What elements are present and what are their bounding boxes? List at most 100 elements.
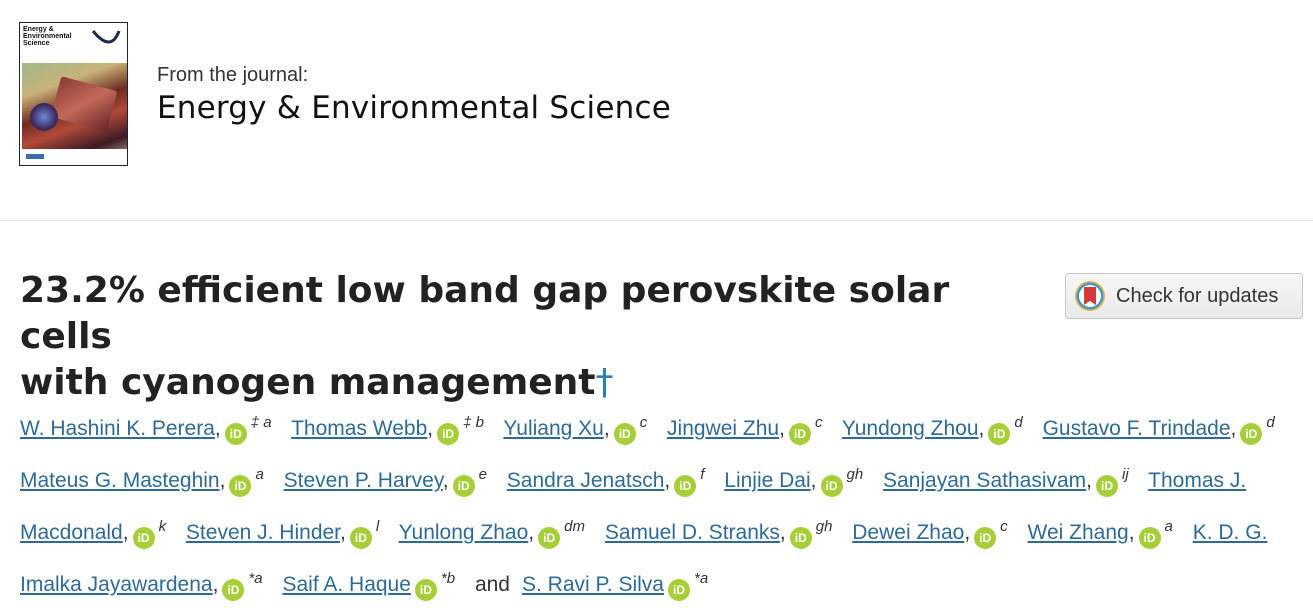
author-name-link[interactable]: Samuel D. Stranks (605, 521, 780, 544)
author-entry: Gustavo F. Trindade, iDd (1043, 414, 1289, 445)
author-name-link[interactable]: Mateus G. Masteghin (20, 469, 220, 492)
author-list: W. Hashini K. Perera, iD‡ a Thomas Webb, i… (20, 400, 1300, 608)
author-separator: , (122, 521, 129, 544)
author-separator: , (214, 417, 221, 440)
author-separator: , (779, 521, 786, 544)
author-entry: Sanjayan Sathasivam, iDij (883, 466, 1143, 497)
author-separator: , (664, 469, 671, 492)
author-entry: Saif A. Haque iD*b (282, 570, 469, 601)
author-entry: Steven J. Hinder, iDl (186, 518, 393, 549)
crossmark-icon (1075, 281, 1105, 311)
author-name-link[interactable]: Sandra Jenatsch (507, 469, 665, 492)
author-name-link[interactable]: Yundong Zhou (842, 417, 979, 440)
orcid-icon[interactable]: iD (414, 579, 437, 601)
author-name-link[interactable]: Steven P. Harvey (284, 469, 443, 492)
affiliation-superscript: *b (440, 570, 456, 587)
author-entry: Thomas Webb, iD‡ b (291, 414, 498, 445)
cover-arc-graphic (91, 30, 121, 44)
author-name-link[interactable]: Jingwei Zhu (667, 417, 779, 440)
author-name-link[interactable]: W. Hashini K. Perera (20, 417, 215, 440)
author-entry: and S. Ravi P. Silva iD*a (474, 570, 722, 601)
affiliation-superscript: ‡ b (463, 414, 484, 431)
orcid-icon[interactable]: iD (132, 527, 155, 549)
divider (0, 220, 1313, 221)
from-journal-label: From the journal: (157, 64, 309, 86)
orcid-icon[interactable]: iD (222, 579, 245, 601)
orcid-icon[interactable]: iD (613, 423, 636, 445)
orcid-icon[interactable]: iD (224, 423, 247, 445)
author-entry: Dewei Zhao, iDc (852, 518, 1021, 549)
author-name-link[interactable]: Yunlong Zhao (399, 521, 529, 544)
orcid-icon[interactable]: iD (974, 527, 997, 549)
affiliation-superscript: ‡ a (250, 414, 272, 431)
title-line-2: with cyanogen management (20, 362, 596, 403)
orcid-icon[interactable]: iD (788, 423, 811, 445)
author-separator: , (427, 417, 434, 440)
author-entry: Samuel D. Stranks, iDgh (605, 518, 847, 549)
author-name-link[interactable]: Yuliang Xu (503, 417, 603, 440)
author-entry: Sandra Jenatsch, iDf (507, 466, 719, 497)
author-entry: Jingwei Zhu, iDc (667, 414, 836, 445)
orcid-icon[interactable]: iD (437, 423, 460, 445)
title-line-1: 23.2% efficient low band gap perovskite … (20, 270, 950, 357)
journal-name-link[interactable]: Energy & Environmental Science (157, 90, 671, 126)
affiliation-superscript: d (1266, 414, 1275, 431)
affiliation-superscript: gh (815, 518, 833, 535)
author-name-link[interactable]: Dewei Zhao (852, 521, 964, 544)
author-entry: Yunlong Zhao, iDdm (399, 518, 599, 549)
author-separator: , (442, 469, 449, 492)
affiliation-superscript: f (700, 466, 705, 483)
author-entry: Mateus G. Masteghin, iDa (20, 466, 278, 497)
author-name-link[interactable]: S. Ravi P. Silva (522, 573, 664, 596)
author-name-link[interactable]: Wei Zhang (1028, 521, 1129, 544)
journal-cover-image[interactable]: Energy & Environmental Science (19, 22, 128, 166)
author-entry: Linjie Dai, iDgh (724, 466, 877, 497)
orcid-icon[interactable]: iD (988, 423, 1011, 445)
orcid-icon[interactable]: iD (668, 579, 690, 601)
author-separator: , (212, 573, 219, 596)
orcid-icon[interactable]: iD (674, 475, 697, 497)
author-entry: Yundong Zhou, iDd (842, 414, 1037, 445)
author-separator: , (1128, 521, 1135, 544)
orcid-icon[interactable]: iD (349, 527, 372, 549)
author-name-link[interactable]: Linjie Dai (724, 469, 810, 492)
orcid-icon[interactable]: iD (1240, 423, 1263, 445)
journal-header: Energy & Environmental Science From the … (0, 0, 1313, 220)
author-separator: , (978, 417, 985, 440)
affiliation-superscript: *a (248, 570, 263, 587)
orcid-icon[interactable]: iD (452, 475, 475, 497)
and-separator: and (474, 573, 510, 596)
affiliation-superscript: d (1014, 414, 1023, 431)
orcid-icon[interactable]: iD (538, 527, 561, 549)
affiliation-superscript: k (158, 518, 167, 535)
orcid-icon[interactable]: iD (820, 475, 843, 497)
article-title: 23.2% efficient low band gap perovskite … (20, 268, 1030, 406)
affiliation-superscript: e (478, 466, 487, 483)
check-for-updates-label: Check for updates (1116, 284, 1279, 307)
author-separator: , (219, 469, 226, 492)
author-separator: , (1230, 417, 1237, 440)
author-name-link[interactable]: Gustavo F. Trindade (1043, 417, 1231, 440)
affiliation-superscript: ij (1122, 466, 1129, 483)
orcid-icon[interactable]: iD (1096, 475, 1118, 497)
title-footnote-dagger-link[interactable]: † (595, 362, 613, 403)
author-name-link[interactable]: Saif A. Haque (282, 573, 410, 596)
orcid-icon[interactable]: iD (1138, 527, 1161, 549)
cover-footer (20, 149, 127, 165)
affiliation-superscript: a (255, 466, 264, 483)
affiliation-superscript: gh (846, 466, 864, 483)
affiliation-superscript: dm (564, 518, 585, 535)
author-entry: Steven P. Harvey, iDe (284, 466, 501, 497)
author-separator: , (779, 417, 785, 440)
author-entry: W. Hashini K. Perera, iD‡ a (20, 414, 286, 445)
author-name-link[interactable]: Thomas Webb (291, 417, 427, 440)
author-name-link[interactable]: Steven J. Hinder (186, 521, 340, 544)
orcid-icon[interactable]: iD (789, 527, 812, 549)
orcid-icon[interactable]: iD (229, 475, 252, 497)
check-for-updates-button[interactable]: Check for updates (1065, 273, 1303, 319)
affiliation-superscript: c (639, 414, 648, 431)
affiliation-superscript: l (375, 518, 380, 535)
author-separator: , (964, 521, 971, 544)
author-name-link[interactable]: Sanjayan Sathasivam (883, 469, 1086, 492)
author-separator: , (603, 417, 610, 440)
